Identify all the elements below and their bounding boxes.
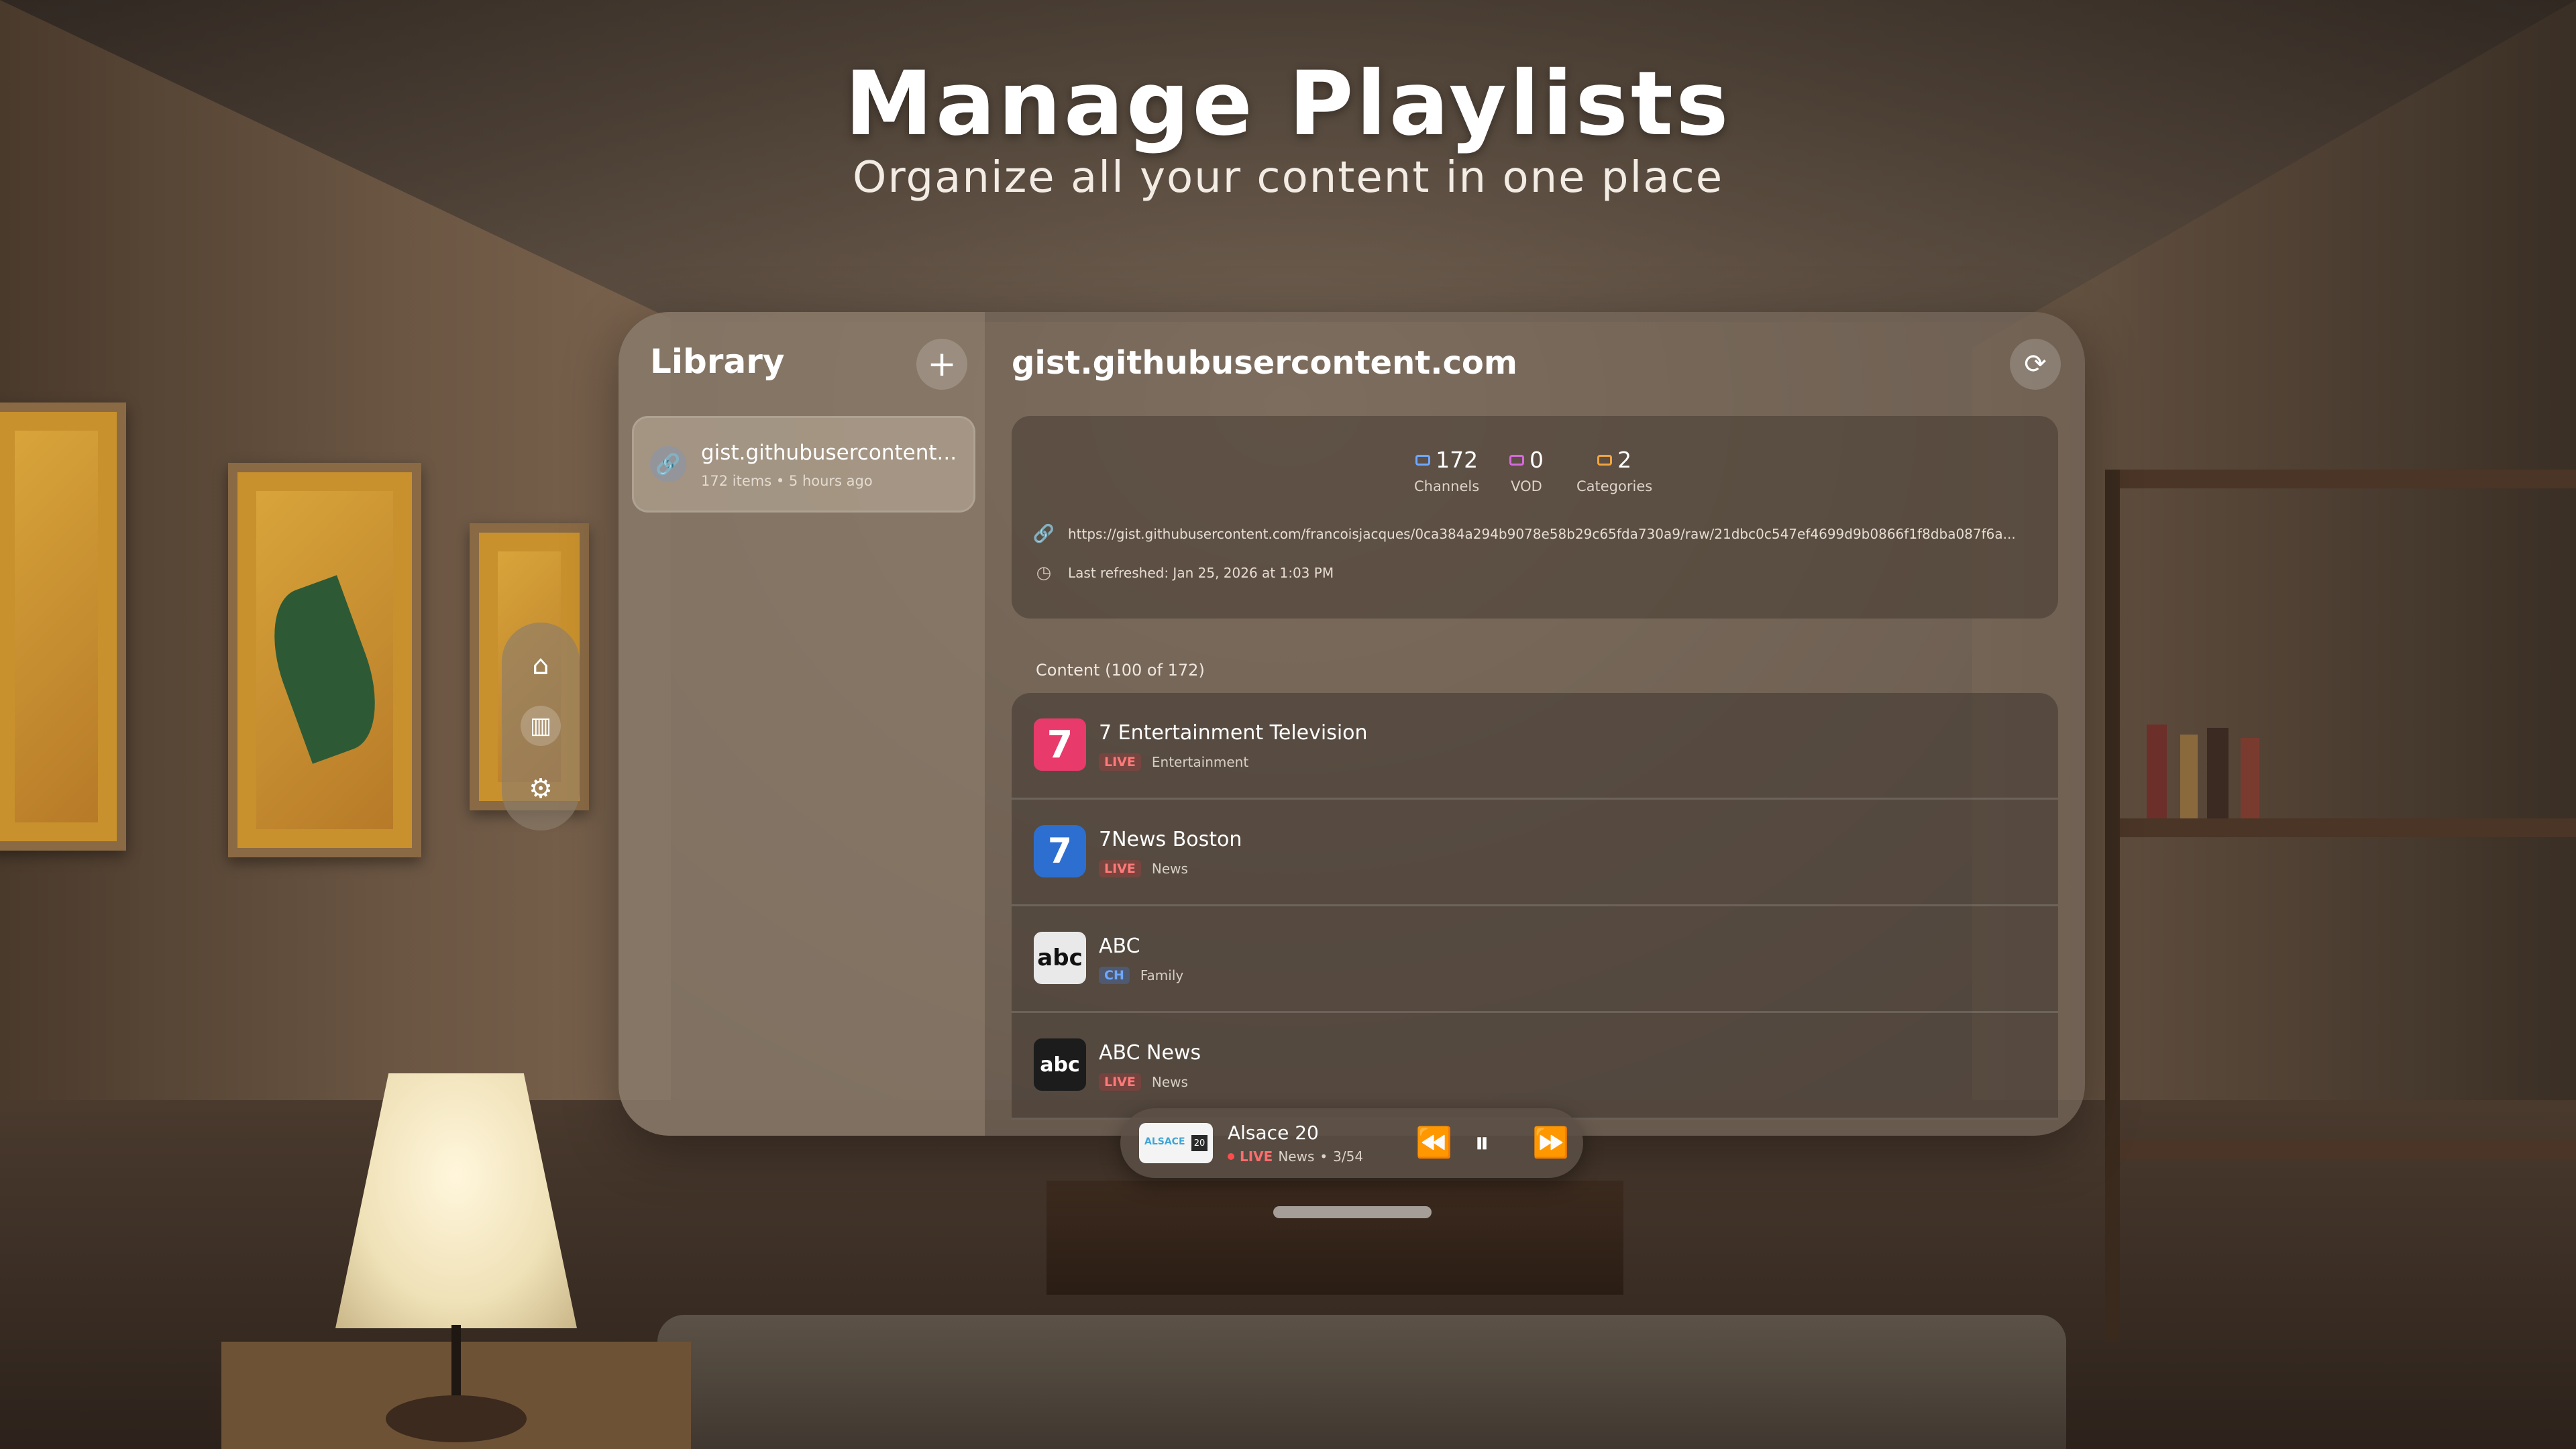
channel-name: ABC [1099, 934, 1140, 958]
channel-category: Family [1140, 967, 1184, 983]
thumb-number: 20 [1191, 1135, 1208, 1151]
settings-icon: ⚙ [529, 773, 553, 804]
refresh-icon: ⟳ [2024, 349, 2047, 380]
list-item[interactable]: 7 7 Entertainment Television LIVE Enterta… [1012, 693, 2058, 800]
tab-home[interactable]: ⌂ [521, 645, 561, 686]
channel-badge: CH [1099, 967, 1130, 984]
link-icon: 🔗 [1032, 524, 1055, 544]
content-list: 7 7 Entertainment Television LIVE Enterta… [1012, 693, 2058, 1136]
channel-logo: 7 [1034, 718, 1086, 771]
stat-categories: 2 Categories [1576, 447, 1652, 494]
channel-category: News [1151, 861, 1188, 877]
tv-icon [1415, 454, 1431, 466]
stat-label: Channels [1414, 478, 1480, 494]
mini-player[interactable]: ALSACE 20 Alsace 20 LIVE News • 3/54 ⏪ ⏸… [1120, 1108, 1583, 1178]
wall-painting [228, 463, 421, 857]
folder-icon [1597, 454, 1613, 466]
channel-name: 7News Boston [1099, 828, 1242, 851]
pause-button[interactable]: ⏸ [1474, 1126, 1489, 1161]
plus-icon: + [927, 344, 957, 384]
now-playing-thumbnail: ALSACE 20 [1139, 1123, 1213, 1163]
now-playing-title: Alsace 20 [1228, 1122, 1319, 1144]
last-refreshed-row: ◷ Last refreshed: Jan 25, 2026 at 1:03 P… [1034, 563, 1334, 583]
library-icon: ▥ [529, 712, 552, 739]
sidebar-title: Library [650, 342, 785, 381]
fast-forward-button[interactable]: ⏩ [1532, 1126, 1569, 1161]
sidebar-item-playlist[interactable]: 🔗 gist.githubusercontent... 172 items • … [632, 416, 975, 513]
playlist-name: gist.githubusercontent... [701, 441, 957, 465]
clock-icon: ◷ [1036, 563, 1052, 583]
list-item[interactable]: 7 7News Boston LIVE News [1012, 800, 2058, 906]
thumb-text: ALSACE [1144, 1136, 1185, 1147]
library-window: Library + 🔗 gist.githubusercontent... 17… [619, 312, 2085, 1136]
stat-channels: 172 Channels [1414, 447, 1479, 494]
add-playlist-button[interactable]: + [916, 339, 967, 390]
playlist-url-row: 🔗 https://gist.githubusercontent.com/fra… [1032, 524, 2016, 544]
channel-name: 7 Entertainment Television [1099, 721, 1368, 745]
channel-name: ABC News [1099, 1041, 1201, 1065]
stat-value: 172 [1436, 447, 1479, 473]
tab-library[interactable]: ▥ [521, 706, 561, 746]
live-label: LIVE [1240, 1148, 1273, 1165]
tab-ornament: ⌂ ▥ ⚙ [502, 623, 580, 830]
playlist-count: 172 items [701, 473, 772, 489]
stat-vod: 0 VOD [1509, 447, 1544, 494]
stat-label: Categories [1576, 478, 1653, 494]
channel-logo: 7 [1034, 825, 1086, 877]
playlist-time: 5 hours ago [788, 473, 873, 489]
tab-settings[interactable]: ⚙ [521, 769, 561, 809]
page-title: Manage Playlists [845, 52, 1731, 156]
playlist-heading: gist.githubusercontent.com [1012, 344, 1517, 382]
fast-forward-icon: ⏩ [1532, 1126, 1569, 1160]
coffee-table [1046, 1181, 1623, 1295]
rewind-icon: ⏪ [1415, 1126, 1452, 1160]
page-subtitle: Organize all your content in one place [852, 153, 1724, 203]
window-grabber[interactable] [1273, 1206, 1432, 1218]
wall-painting [0, 402, 126, 851]
bookshelf [2105, 470, 2576, 1342]
film-icon [1509, 454, 1524, 466]
stat-value: 0 [1529, 447, 1544, 473]
playlist-meta: 172 items • 5 hours ago [701, 473, 873, 489]
refresh-button[interactable]: ⟳ [2010, 339, 2061, 390]
playlist-detail: gist.githubusercontent.com ⟳ 172 Channel… [985, 312, 2085, 1136]
stat-value: 2 [1617, 447, 1632, 473]
link-icon: 🔗 [650, 446, 686, 482]
separator-dot: • [775, 473, 789, 489]
stat-label: VOD [1511, 478, 1542, 494]
separator-dot: • [1320, 1148, 1328, 1165]
home-icon: ⌂ [532, 650, 549, 681]
list-item[interactable]: abc ABC CH Family [1012, 906, 2058, 1013]
live-badge: LIVE [1099, 1073, 1141, 1091]
content-section-label: Content (100 of 172) [1036, 661, 1205, 680]
last-refreshed: Last refreshed: Jan 25, 2026 at 1:03 PM [1068, 565, 1334, 581]
playlist-url[interactable]: https://gist.githubusercontent.com/franc… [1068, 526, 2016, 542]
channel-logo: abc [1034, 1038, 1086, 1091]
channel-category: Entertainment [1151, 754, 1249, 770]
playlist-info-card: 172 Channels 0 VOD 2 Categories 🔗 https:… [1012, 416, 2058, 619]
now-playing-category: News [1278, 1148, 1315, 1165]
channel-logo: abc [1034, 932, 1086, 984]
now-playing-position: 3/54 [1333, 1148, 1364, 1165]
live-dot-icon [1228, 1153, 1234, 1160]
live-badge: LIVE [1099, 860, 1141, 877]
channel-category: News [1151, 1074, 1188, 1090]
pause-icon: ⏸ [1474, 1126, 1489, 1160]
now-playing-subtitle: LIVE News • 3/54 [1228, 1148, 1363, 1165]
lamp-base [386, 1395, 527, 1442]
list-item[interactable]: abc ABC News LIVE News [1012, 1013, 2058, 1120]
rewind-button[interactable]: ⏪ [1415, 1126, 1452, 1161]
sidebar: Library + 🔗 gist.githubusercontent... 17… [619, 312, 985, 1136]
sofa [657, 1315, 2066, 1449]
live-badge: LIVE [1099, 753, 1141, 771]
